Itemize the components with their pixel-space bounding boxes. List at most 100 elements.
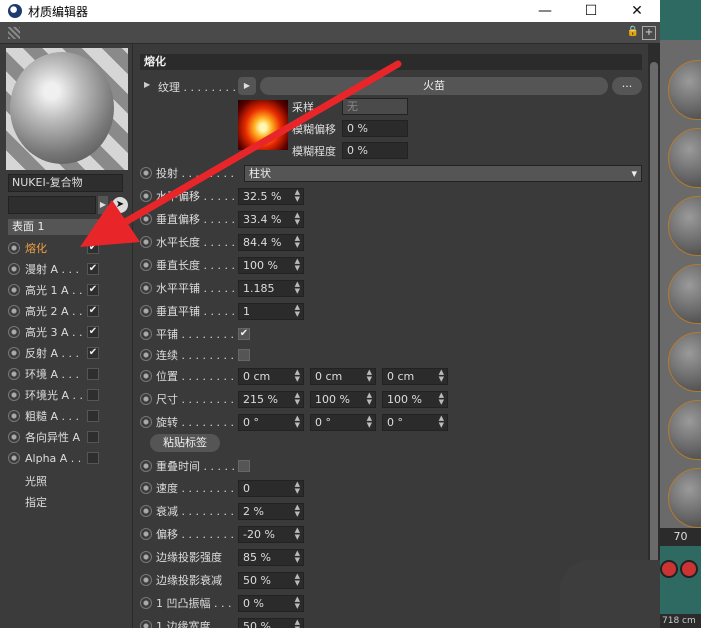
blur-offset-field[interactable]: 0 % [342,120,408,137]
param-checkbox[interactable] [238,460,250,472]
channel-item[interactable]: 高光 1 A . . ✔ [8,280,130,300]
maximize-button[interactable]: ☐ [568,0,614,22]
channel-checkbox[interactable] [87,410,99,422]
grip-icon[interactable] [8,27,20,39]
projection-select[interactable]: 柱状 ▾ [244,165,642,182]
channel-radio[interactable] [8,326,20,338]
keyframe-radio[interactable] [140,482,152,494]
vector-field[interactable]: 100 % ▲ ▼ [310,391,376,408]
keyframe-radio[interactable] [140,259,152,271]
spinner-icon[interactable]: ▲▼ [295,619,300,628]
param-field[interactable]: 2 % ▲ ▼ [238,503,304,520]
channel-checkbox[interactable]: ✔ [87,242,99,254]
material-preview[interactable] [6,48,128,170]
param-field[interactable]: 100 % ▲ ▼ [238,257,304,274]
vector-field[interactable]: 0 ° ▲ ▼ [238,414,304,431]
spinner-icon[interactable]: ▲▼ [367,392,372,406]
keyframe-radio[interactable] [140,370,152,382]
keyframe-radio[interactable] [140,620,152,628]
param-field[interactable]: 85 % ▲ ▼ [238,549,304,566]
keyframe-radio[interactable] [140,190,152,202]
channel-item[interactable]: 高光 2 A . . ✔ [8,301,130,321]
channel-item[interactable]: 各向异性 A [8,427,130,447]
vector-field[interactable]: 0 ° ▲ ▼ [382,414,448,431]
channel-item[interactable]: 反射 A . . . ✔ [8,343,130,363]
keyframe-radio[interactable] [140,282,152,294]
vector-field[interactable]: 0 cm ▲ ▼ [238,368,304,385]
spinner-icon[interactable]: ▲▼ [295,504,300,518]
vector-field[interactable]: 100 % ▲ ▼ [382,391,448,408]
spinner-icon[interactable]: ▲▼ [295,392,300,406]
param-field[interactable]: 50 % ▲▼ [238,572,304,589]
layer-field[interactable] [8,196,96,214]
keyframe-radio[interactable] [140,305,152,317]
param-field[interactable]: 0 ▲ ▼ [238,480,304,497]
param-field[interactable]: 50 % ▲▼ [238,618,304,628]
keyframe-radio[interactable] [140,393,152,405]
frame-number[interactable]: 70 [660,528,701,546]
channel-checkbox[interactable]: ✔ [87,284,99,296]
channel-item[interactable]: 熔化 ✔ [8,238,130,258]
channel-radio[interactable] [8,410,20,422]
pointer-icon[interactable]: ➤ [112,197,128,213]
spinner-icon[interactable]: ▲▼ [295,527,300,541]
keyframe-radio[interactable] [140,528,152,540]
channel-checkbox[interactable] [87,452,99,464]
spinner-icon[interactable]: ▲▼ [367,415,372,429]
keyframe-radio[interactable] [140,551,152,563]
keyframe-radio[interactable] [140,236,152,248]
sampling-select[interactable]: 无 [342,98,408,115]
channel-checkbox[interactable]: ✔ [87,305,99,317]
channel-radio[interactable] [8,305,20,317]
spinner-icon[interactable]: ▲▼ [295,550,300,564]
channel-checkbox[interactable]: ✔ [87,326,99,338]
texture-more-button[interactable]: ... [612,77,642,95]
channel-radio[interactable] [8,242,20,254]
param-field[interactable]: 33.4 % ▲ ▼ [238,211,304,228]
spinner-icon[interactable]: ▲▼ [295,212,300,226]
keyframe-radio[interactable] [140,167,152,179]
keyframe-radio[interactable] [140,574,152,586]
keyframe-radio[interactable] [140,213,152,225]
keyframe-radio[interactable] [140,416,152,428]
vector-field[interactable]: 0 cm ▲ ▼ [310,368,376,385]
channel-assign[interactable]: 指定 [25,494,47,510]
spinner-icon[interactable]: ▲▼ [295,573,300,587]
spinner-icon[interactable]: ▲▼ [295,258,300,272]
vector-field[interactable]: 0 ° ▲ ▼ [310,414,376,431]
channel-item[interactable]: 粗糙 A . . . [8,406,130,426]
channel-lighting[interactable]: 光照 [25,473,47,489]
channel-checkbox[interactable] [87,368,99,380]
expand-triangle-icon[interactable]: ▶ [144,80,150,89]
channel-radio[interactable] [8,389,20,401]
param-field[interactable]: 84.4 % ▲ ▼ [238,234,304,251]
channel-radio[interactable] [8,368,20,380]
channel-checkbox[interactable] [87,389,99,401]
minimize-button[interactable]: — [522,0,568,22]
keyframe-radio[interactable] [140,328,152,340]
keyframe-radio[interactable] [140,460,152,472]
param-checkbox[interactable]: ✔ [238,328,250,340]
param-field[interactable]: 1.185 ▲ ▼ [238,280,304,297]
channel-item[interactable]: 环境光 A . . [8,385,130,405]
vector-field[interactable]: 215 % ▲ ▼ [238,391,304,408]
spinner-icon[interactable]: ▲▼ [439,392,444,406]
spinner-icon[interactable]: ▲▼ [295,235,300,249]
spinner-icon[interactable]: ▲▼ [295,415,300,429]
channel-radio[interactable] [8,347,20,359]
keyframe-radio[interactable] [140,505,152,517]
spinner-icon[interactable]: ▲▼ [439,415,444,429]
paste-tag-button[interactable]: 粘贴标签 [150,434,220,452]
param-checkbox[interactable] [238,349,250,361]
channel-item[interactable]: 漫射 A . . . ✔ [8,259,130,279]
close-button[interactable]: ✕ [614,0,660,22]
keyframe-radio[interactable] [140,349,152,361]
vector-field[interactable]: 0 cm ▲ ▼ [382,368,448,385]
channel-radio[interactable] [8,431,20,443]
spinner-icon[interactable]: ▲▼ [295,189,300,203]
param-field[interactable]: 32.5 % ▲ ▼ [238,188,304,205]
scrollbar-thumb[interactable] [650,62,658,582]
channel-checkbox[interactable] [87,431,99,443]
material-name-field[interactable]: NUKEI-复合物 [8,174,123,192]
channel-checkbox[interactable]: ✔ [87,263,99,275]
